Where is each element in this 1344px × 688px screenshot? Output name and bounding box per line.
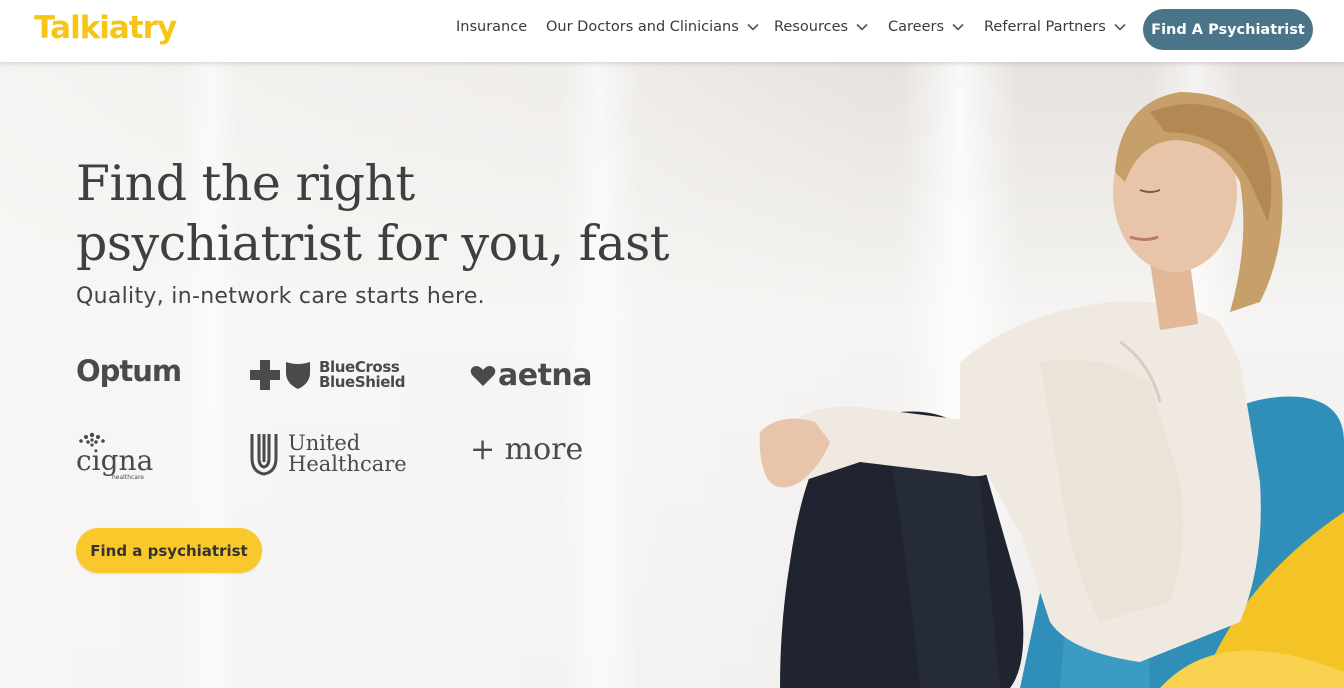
aetna-logo: aetna (470, 358, 593, 393)
nav-insurance[interactable]: Insurance (456, 19, 527, 35)
nav-insurance-label: Insurance (456, 19, 528, 35)
blueshield-shield-icon (286, 362, 310, 389)
nav-careers[interactable]: Careers (888, 19, 964, 35)
united-healthcare-logo-text: United Healthcare (288, 433, 407, 475)
hero-title-line2: psychiatrist for you, fast (76, 215, 670, 272)
nav-referral-partners[interactable]: Referral Partners (984, 19, 1126, 35)
find-a-psychiatrist-hero-button[interactable]: Find a psychiatrist (76, 528, 262, 573)
nav-careers-label: Careers (888, 19, 945, 35)
cigna-logo-stack: cigna healthcare (76, 432, 153, 481)
chevron-down-icon (856, 23, 868, 31)
chevron-down-icon (1114, 23, 1126, 31)
bcbs-logo-text: BlueCross BlueShield (319, 360, 406, 391)
hero-title-line1: Find the right (76, 155, 415, 212)
bluecross-cross-icon (250, 360, 280, 390)
chevron-down-icon (952, 23, 964, 31)
united-healthcare-logo: United Healthcare (250, 432, 407, 476)
hero-subtitle: Quality, in-network care starts here. (76, 284, 485, 309)
uhc-line2: Healthcare (288, 452, 407, 476)
more-insurers-text: + more (470, 432, 584, 467)
nav-resources-label: Resources (774, 19, 849, 35)
optum-logo-text: Optum (76, 354, 182, 388)
nav-our-doctors[interactable]: Our Doctors and Clinicians (546, 19, 759, 35)
site-header: Talkiatry Insurance Our Doctors and Clin… (0, 0, 1344, 62)
bcbs-logo: BlueCross BlueShield (250, 360, 406, 391)
heart-icon (470, 365, 496, 386)
aetna-logo-text: aetna (498, 358, 593, 393)
hero-section: Find the right psychiatrist for you, fas… (0, 62, 1344, 688)
cigna-logo-text: cigna (76, 444, 154, 477)
united-healthcare-u-icon (250, 434, 278, 476)
bcbs-line2: BlueShield (319, 373, 406, 391)
optum-logo: Optum (76, 354, 182, 388)
chevron-down-icon (747, 23, 759, 31)
uhc-line1: United (288, 431, 361, 455)
hero-photo-woman-on-couch (759, 92, 1344, 688)
nav-our-doctors-label: Our Doctors and Clinicians (546, 19, 739, 35)
nav-resources[interactable]: Resources (774, 19, 868, 35)
nav-referral-partners-label: Referral Partners (984, 19, 1106, 35)
talkiatry-logo[interactable]: Talkiatry (34, 10, 177, 46)
hero-title: Find the right psychiatrist for you, fas… (76, 154, 716, 274)
find-a-psychiatrist-header-button[interactable]: Find A Psychiatrist (1143, 9, 1313, 50)
cigna-logo: cigna healthcare (76, 432, 153, 481)
